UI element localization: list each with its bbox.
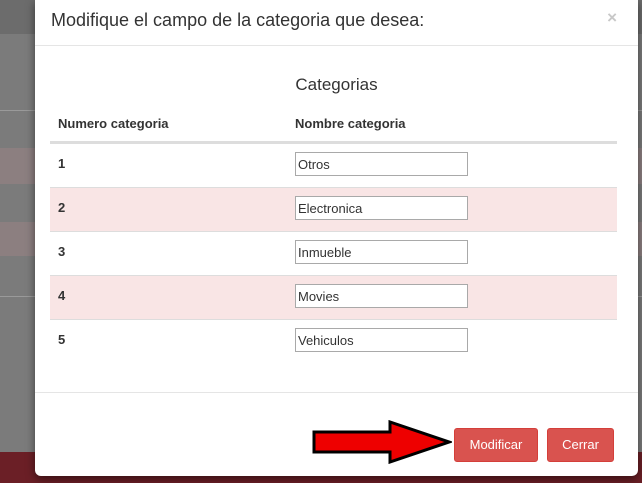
category-number: 4 — [58, 288, 66, 303]
modal-footer: Modificar Cerrar — [35, 392, 638, 477]
category-number: 3 — [58, 244, 66, 259]
table-row: 4 — [50, 275, 617, 319]
category-number: 5 — [58, 332, 66, 347]
category-name-input[interactable] — [295, 328, 468, 352]
table-header-row: Numero categoria Nombre categoria — [50, 104, 617, 143]
modify-button[interactable]: Modificar — [454, 428, 538, 462]
table-row: 2 — [50, 187, 617, 231]
table-row: 3 — [50, 231, 617, 275]
close-icon[interactable]: × — [607, 9, 617, 26]
arrow-right-icon — [312, 420, 452, 464]
column-header-name: Nombre categoria — [295, 116, 406, 131]
table-row: 1 — [50, 143, 617, 187]
category-name-input[interactable] — [295, 284, 468, 308]
table-row: 5 — [50, 319, 617, 363]
edit-categories-dialog: Modifique el campo de la categoria que d… — [35, 0, 638, 476]
category-name-input[interactable] — [295, 152, 468, 176]
modal-title: Modifique el campo de la categoria que d… — [51, 10, 425, 30]
categories-table: Numero categoria Nombre categoria 1 2 3 … — [50, 104, 617, 363]
modal-header: Modifique el campo de la categoria que d… — [35, 0, 638, 46]
column-header-number: Numero categoria — [58, 116, 169, 131]
close-button[interactable]: Cerrar — [547, 428, 614, 462]
category-name-input[interactable] — [295, 196, 468, 220]
category-number: 1 — [58, 156, 66, 171]
category-number: 2 — [58, 200, 66, 215]
table-caption: Categorias — [295, 75, 378, 94]
category-name-input[interactable] — [295, 240, 468, 264]
